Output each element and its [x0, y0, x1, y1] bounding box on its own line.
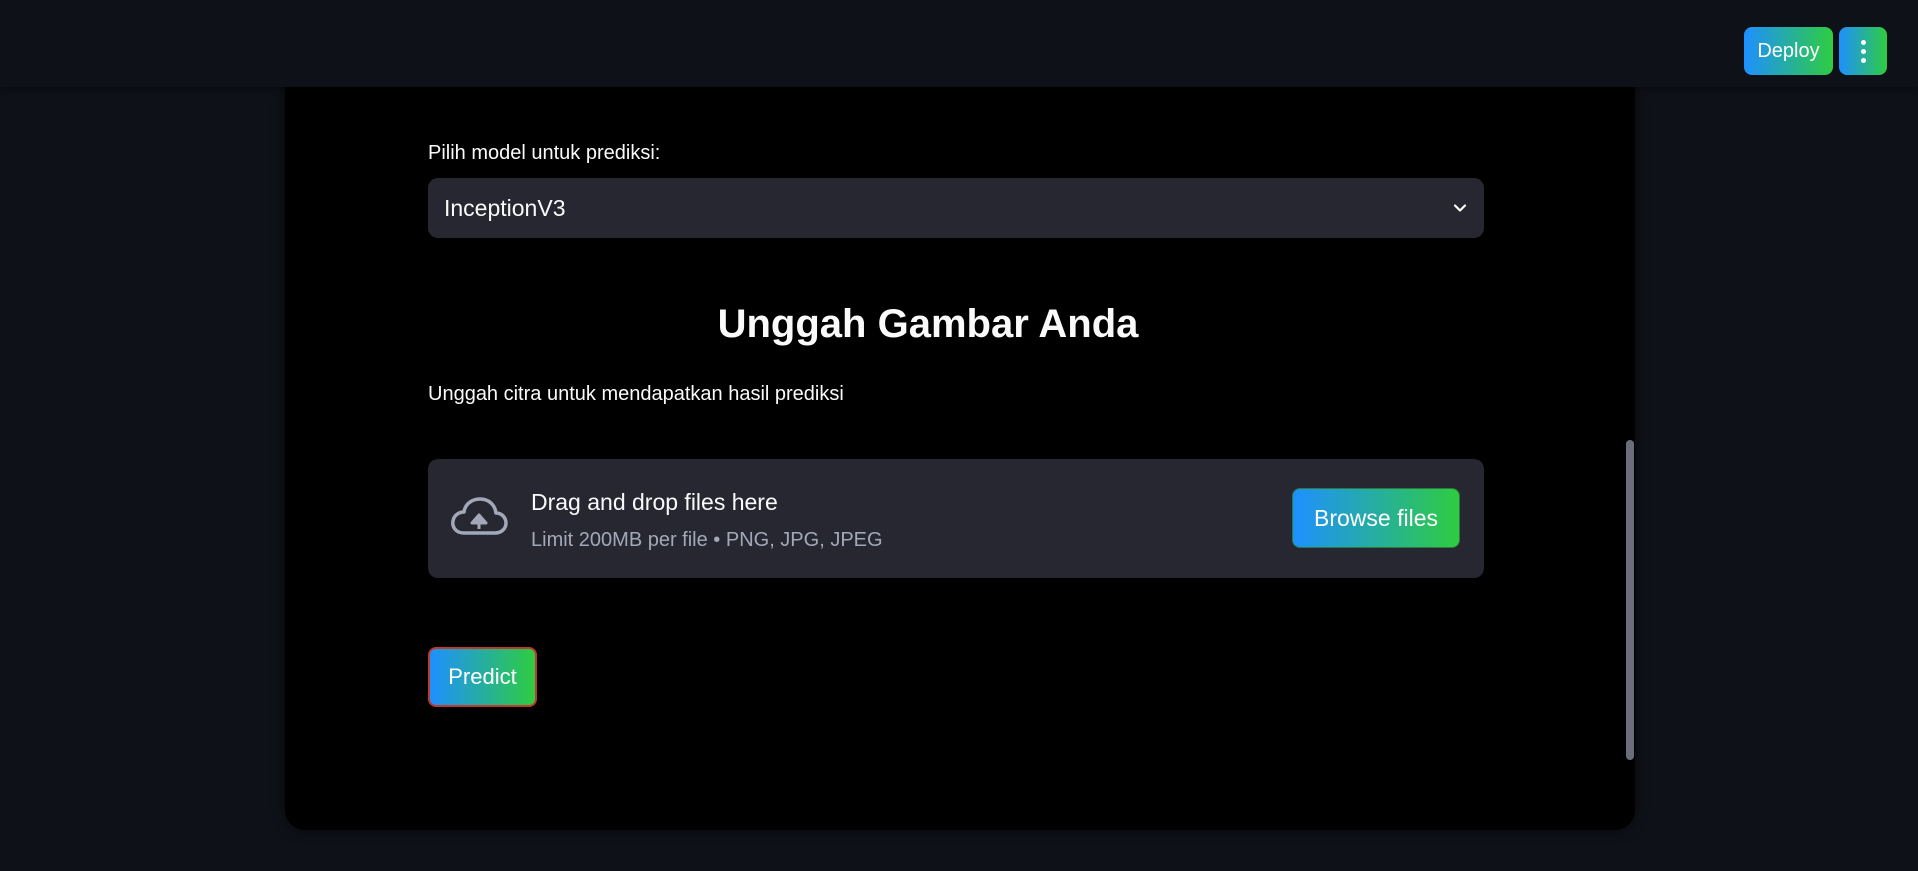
- model-select[interactable]: InceptionV3: [428, 178, 1484, 238]
- dropzone-limit-text: Limit 200MB per file • PNG, JPG, JPEG: [531, 529, 883, 551]
- model-select-label: Pilih model untuk prediksi:: [428, 142, 661, 164]
- file-dropzone[interactable]: Drag and drop files here Limit 200MB per…: [428, 459, 1484, 578]
- upload-heading: Unggah Gambar Anda: [717, 302, 1139, 346]
- chevron-down-icon: [1453, 204, 1467, 212]
- cloud-upload-icon: [451, 497, 508, 535]
- model-select-value: InceptionV3: [444, 194, 566, 221]
- app-header: Deploy: [0, 0, 1918, 87]
- scrollbar-thumb[interactable]: [1626, 440, 1634, 760]
- main-content-card: [285, 60, 1635, 830]
- dropzone-title: Drag and drop files here: [531, 489, 778, 515]
- upload-subtext: Unggah citra untuk mendapatkan hasil pre…: [428, 383, 844, 405]
- predict-button[interactable]: Predict: [428, 647, 537, 707]
- main-menu-button[interactable]: [1839, 27, 1887, 75]
- kebab-menu-icon: [1860, 39, 1866, 63]
- browse-files-button[interactable]: Browse files: [1292, 488, 1460, 548]
- deploy-button[interactable]: Deploy: [1744, 27, 1833, 75]
